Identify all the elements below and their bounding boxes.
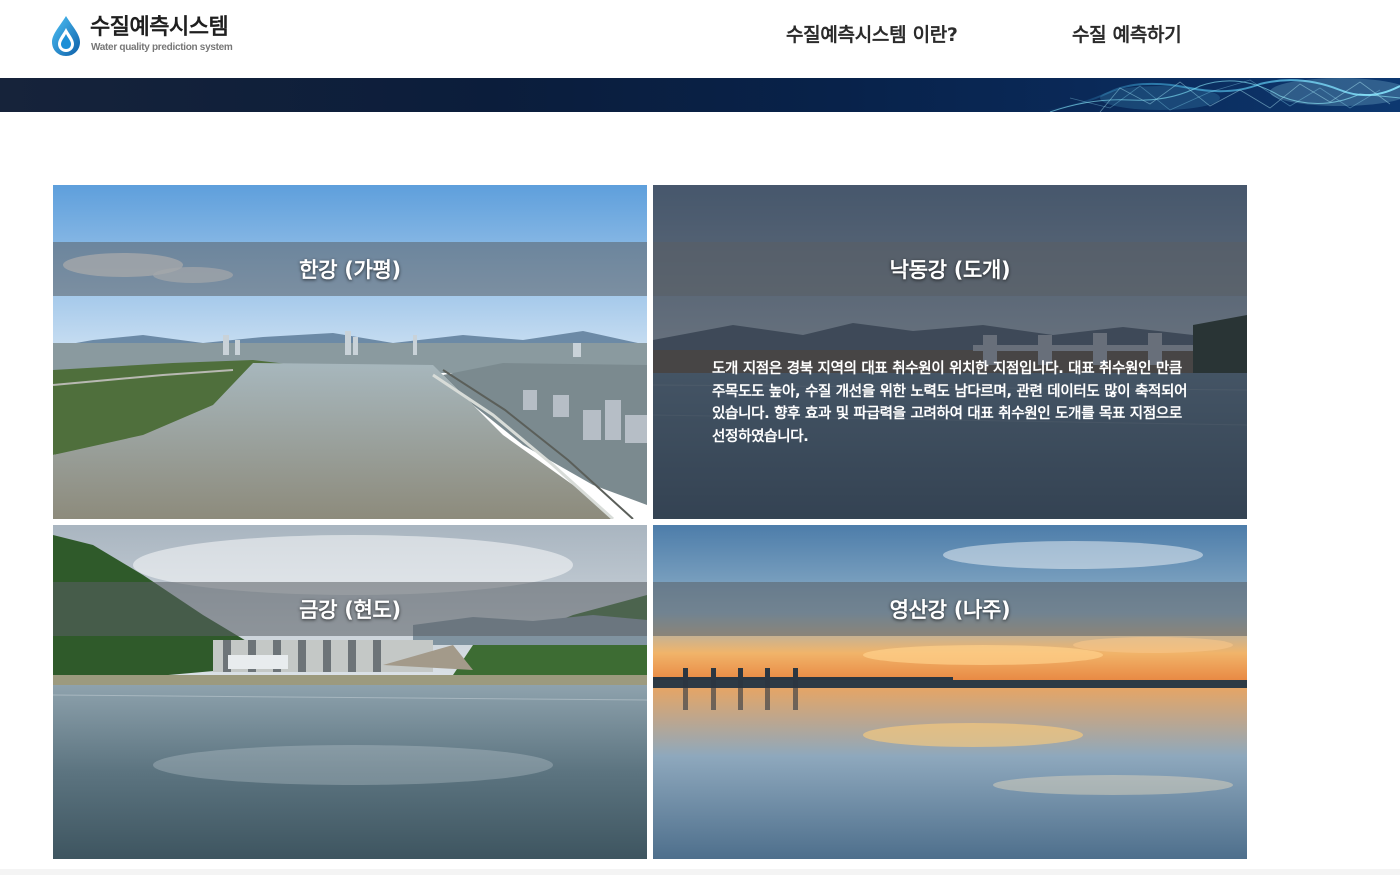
site-card-nakdong-river[interactable]: 낙동강 (도개) 도개 지점은 경북 지역의 대표 취수원이 위치한 지점입니다… <box>653 185 1247 519</box>
water-drop-icon <box>52 16 80 56</box>
site-label-geum: 금강 (현도) <box>299 598 401 622</box>
site-card-han-river[interactable]: 한강 (가평) <box>53 185 647 519</box>
hover-overlay <box>653 185 1247 519</box>
site-card-yeongsan-river[interactable]: 영산강 (나주) <box>653 525 1247 859</box>
logo-subtitle: Water quality prediction system <box>91 42 233 53</box>
logo[interactable]: 수질예측시스템 Water quality prediction system <box>50 14 233 58</box>
han-river-photo <box>53 185 647 519</box>
banner-network-graphic <box>1040 78 1400 112</box>
site-label-band: 한강 (가평) <box>53 242 647 296</box>
site-label-band: 금강 (현도) <box>53 582 647 636</box>
page-bottom-divider <box>0 869 1400 875</box>
site-label-han: 한강 (가평) <box>299 258 401 282</box>
yeongsan-river-photo <box>653 525 1247 859</box>
nav-about-link[interactable]: 수질예측시스템 이란? <box>786 22 958 48</box>
site-label-band: 영산강 (나주) <box>653 582 1247 636</box>
site-header: 수질예측시스템 Water quality prediction system … <box>0 0 1400 78</box>
nav-predict-link[interactable]: 수질 예측하기 <box>1072 22 1182 48</box>
logo-title: 수질예측시스템 <box>90 15 229 40</box>
site-description-nakdong: 도개 지점은 경북 지역의 대표 취수원이 위치한 지점입니다. 대표 취수원인… <box>712 361 1188 445</box>
site-card-geum-river[interactable]: 금강 (현도) <box>53 525 647 859</box>
site-grid: 한강 (가평) 낙동강 (도개) 도개 지점은 경북 지역의 대표 취수원이 위… <box>53 185 1247 859</box>
hero-banner <box>0 78 1400 112</box>
site-label-band: 낙동강 (도개) <box>653 242 1247 296</box>
geum-river-photo <box>53 525 647 859</box>
site-label-yeongsan: 영산강 (나주) <box>889 598 1011 622</box>
site-label-nakdong: 낙동강 (도개) <box>889 258 1011 282</box>
